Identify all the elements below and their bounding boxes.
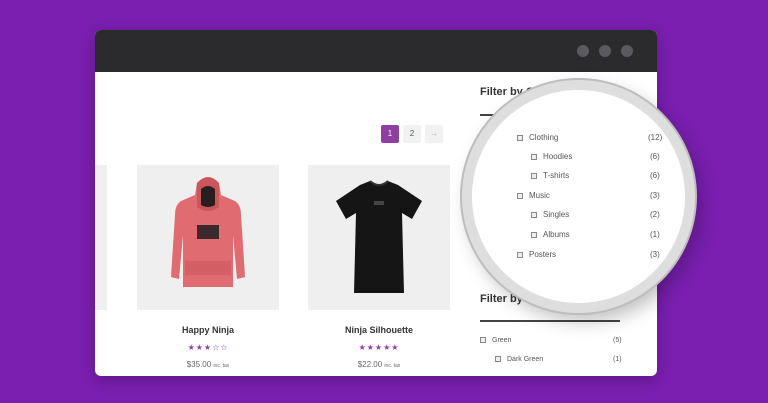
magnifier-lens: Clothing (12) Hoodies (6) T-shirts (6) M… [462,80,695,313]
expand-icon [495,356,501,363]
window-dot-icon[interactable] [577,45,589,57]
category-count: (6) [650,171,660,180]
category-label: Singles [543,210,570,219]
category-filter-item[interactable]: Clothing [517,133,558,142]
category-count: (3) [650,250,660,259]
pagination-page-2[interactable]: 2 [403,125,421,143]
expand-icon [517,251,523,258]
product-price: $22.00 inc. tax [308,360,450,369]
expand-icon [531,231,537,238]
color-filter-label: Dark Green [507,356,544,363]
category-label: Clothing [529,133,559,142]
window-dot-icon[interactable] [621,45,633,57]
hoodie-icon [171,177,245,287]
category-count: (12) [648,133,663,142]
product-rating: ★★★☆☆ [187,343,229,352]
price-tax-note: inc. tax [213,363,230,369]
window-titlebar [95,30,657,72]
pagination-page-1[interactable]: 1 [381,125,399,143]
product-image-happy-ninja[interactable] [137,165,279,310]
color-filter-count: (5) [613,337,622,344]
price-value: $35.00 [186,360,212,369]
category-label: Posters [529,250,557,259]
category-count: (2) [650,210,660,219]
category-filter-item[interactable]: Posters [517,250,556,259]
category-count: (1) [650,230,660,239]
expand-icon [480,337,486,344]
heading-divider [480,320,620,322]
category-label: Hoodies [543,152,573,161]
category-filter-item[interactable]: Music [517,191,550,200]
product-image-ninja-silhouette[interactable] [308,165,450,310]
product-image-partial[interactable] [95,165,107,310]
category-count: (3) [650,191,660,200]
color-filter-item[interactable]: Green [480,337,511,344]
product-name[interactable]: Happy Ninja [137,325,279,335]
category-count: (6) [650,152,660,161]
category-label: T-shirts [543,171,570,180]
color-filter-label: Green [492,337,512,344]
category-filter-item[interactable]: T-shirts [531,171,569,180]
category-label: Albums [543,230,570,239]
price-value: $22.00 [357,360,383,369]
pagination-next-button[interactable]: → [425,125,443,143]
expand-icon [531,153,537,160]
expand-icon [517,192,523,199]
category-filter-item[interactable]: Hoodies [531,152,572,161]
color-filter-count: (1) [613,356,622,363]
category-filter-item[interactable]: Singles [531,210,569,219]
product-name[interactable]: Ninja Silhouette [308,325,450,335]
product-price: $35.00 inc. tax [137,360,279,369]
expand-icon [517,134,523,141]
category-label: Music [529,191,550,200]
expand-icon [531,172,537,179]
product-rating: ★★★★★ [358,343,400,352]
tshirt-icon [336,180,422,293]
price-tax-note: inc. tax [384,363,401,369]
category-filter-item[interactable]: Albums [531,230,570,239]
window-dot-icon[interactable] [599,45,611,57]
expand-icon [531,211,537,218]
color-filter-item[interactable]: Dark Green [495,356,543,363]
